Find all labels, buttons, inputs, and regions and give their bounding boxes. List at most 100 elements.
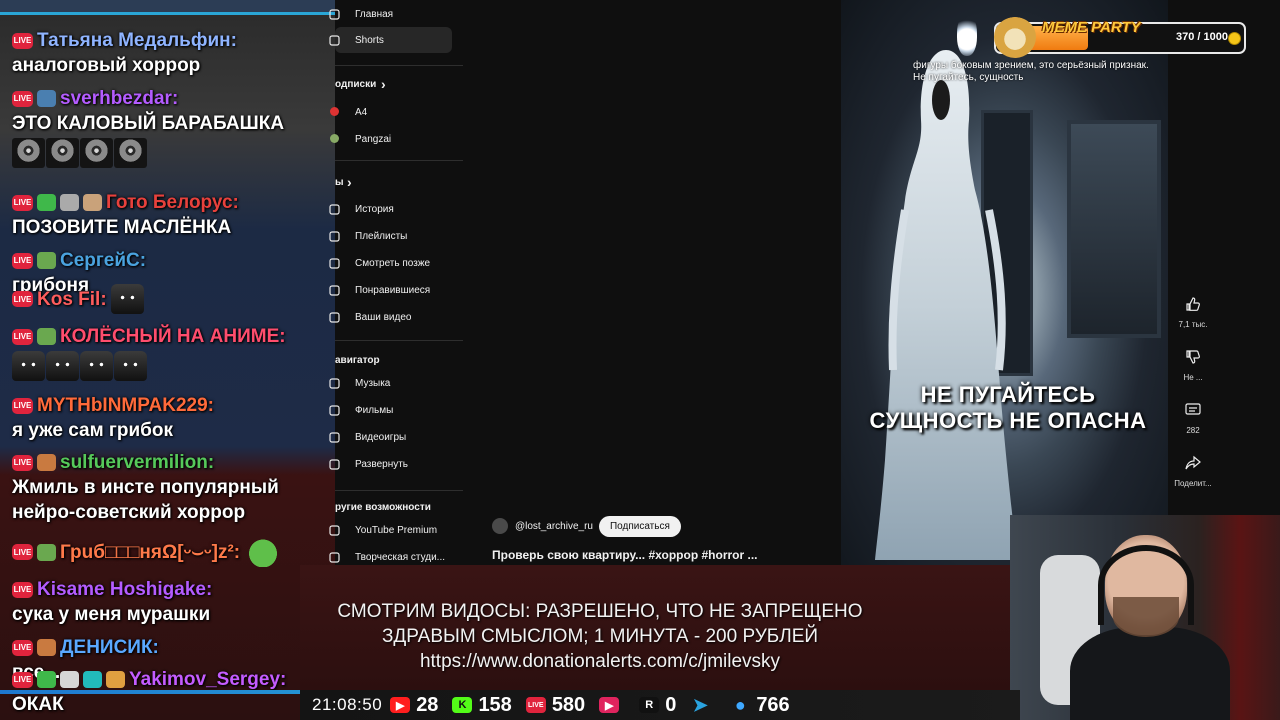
chat-nickname[interactable]: Kos Fil: [37,287,107,312]
chat-nickname[interactable]: Грuб□□□няΩ[ᵕ⌣ᵕ]z²: [60,540,240,565]
stats-items: ▶ 28 K 158 LIVE 580 ▶ R 0 ➤ ● 766 [390,694,804,717]
donation-line2: ЗДРАВЫМ СМЫСЛОМ; 1 МИНУТА - 200 РУБЛЕЙ [381,626,819,647]
sidebar-item[interactable]: Развернуть [329,451,455,477]
chat-nickname[interactable]: Yakimov_Sergey: [129,667,286,692]
stat-value: 766 [756,693,790,716]
your-videos-icon [329,311,340,323]
coin-icon [1228,32,1241,45]
sidebar-section-heading[interactable]: авигатор [335,355,380,366]
emote-row [110,284,145,314]
chat-badge-icon [37,90,56,107]
kick-icon: K [452,697,473,713]
music-icon [329,377,340,389]
chat-nickname[interactable]: ДЕНИСИК: [60,635,159,660]
dislike-action: Не ... [1168,343,1218,382]
sidebar-channel[interactable]: Pangzai [330,126,455,152]
sidebar-item[interactable]: Ваши видео [329,304,455,330]
chat-message: LIVE sulfuervermilion: Жмиль в инсте попул… [12,450,330,525]
stream-clock: 21:08:50 [312,695,383,714]
chat-message: LIVE КОЛЁСНЫЙ НА АНИМЕ: [12,324,330,381]
channel-avatar-icon [330,107,339,116]
chat-nickname[interactable]: sverhbezdar: [60,86,178,111]
thumbs-up-icon[interactable] [1179,290,1207,318]
chat-badge-icon [37,543,56,561]
sidebar-item[interactable]: Понравившиеся [329,277,455,303]
stat-item: ▶ 28 [390,694,438,717]
chat-message: LIVE МYTHbINМPAK229: я уже сам грибок [12,393,330,443]
chat-nickname[interactable]: КОЛЁСНЫЙ НА АНИМЕ: [60,324,286,349]
stat-value: 0 [665,693,677,716]
donation-banner: СМОТРИМ ВИДОСЫ: РАЗРЕШЕНО, ЧТО НЕ ЗАПРЕЩ… [300,565,1010,690]
stat-value: 580 [551,693,586,716]
webcam-feed [1010,515,1280,720]
chat-message: LIVE Гото Белорус: ПОЗОВИТЕ МАСЛЁНКА [12,190,330,240]
chat-nickname[interactable]: СергейС: [60,248,146,273]
emote-row [12,138,330,168]
chevron-right-icon[interactable]: › [347,174,352,190]
sidebar-item[interactable]: Видеоигры [329,424,455,450]
short-player[interactable]: фигуры боковым зрением, это серьёзный пр… [841,0,1168,565]
sidebar-section-heading[interactable]: ы [335,177,344,188]
stat-item: ➤ [690,694,716,715]
history-icon [329,203,340,215]
sidebar-item-label: Shorts [355,34,384,46]
subscribe-button[interactable]: Подписаться [598,515,681,537]
thumbs-down-icon[interactable] [1179,343,1207,371]
chat-message-header: LIVE Yakimov_Sergey: [12,667,330,692]
chat-message: LIVE Kos Fil: [12,284,330,314]
stat-item: LIVE 580 [525,693,586,717]
sidebar-item[interactable]: Shorts [329,27,452,53]
short-title[interactable]: Проверь свою квартиру... #хоррор #horror… [492,548,832,562]
chat-message-text: ЭТО КАЛОВЫЙ БАРАБАШКА [12,113,285,134]
sidebar-item[interactable]: Музыка [329,370,455,396]
sidebar-section-heading[interactable]: ругие возможности [335,502,431,513]
chat-message-header: LIVE Грuб□□□няΩ[ᵕ⌣ᵕ]z²: [12,537,330,567]
channel-avatar[interactable] [492,518,508,534]
youtube-sidebar: Главная Shorts одписки › A4 Pangzai ы › История П… [329,0,463,565]
sidebar-item-label: Ваши видео [355,311,412,323]
chat-nickname[interactable]: Гото Белорус: [106,190,239,215]
chat-message-text: Жмиль в инсте популярный нейро-советский… [12,477,279,523]
sidebar-item[interactable]: Плейлисты [329,223,455,249]
chat-message-text: ОКАК [12,694,64,715]
vk-live-icon: LIVE [525,697,546,713]
meme-party-progress-text: 370 / 1000 [1176,31,1228,43]
chat-badge-icon [37,639,56,656]
live-badge-icon: LIVE [12,194,33,211]
telegram-icon: ➤ [692,694,708,715]
chat-message-header: LIVE sverhbezdar: [12,86,330,111]
chat-nickname[interactable]: Kisame Hoshigake: [37,577,212,602]
shorts-icon [329,34,340,46]
sidebar-item[interactable]: Смотреть позже [329,250,455,276]
youtube-premium-icon [329,524,340,536]
studio-icon [329,551,340,563]
chevron-right-icon[interactable]: › [381,76,386,92]
live-badge-icon: LIVE [12,581,33,598]
sidebar-channel[interactable]: A4 [330,99,455,125]
chat-message: LIVE Грuб□□□няΩ[ᵕ⌣ᵕ]z²: [12,537,330,567]
share-icon[interactable] [1179,449,1207,477]
meme-party-title: MEME PARTY [1042,19,1141,36]
chat-nickname[interactable]: МYTHbINМPAK229: [37,393,214,418]
emote-icon [46,351,79,381]
donation-url: https://www.donationalerts.com/c/jmilevs… [419,651,781,672]
chat-message-header: LIVE sulfuervermilion: [12,450,330,475]
emote-icon [46,138,79,168]
sidebar-divider [335,160,463,161]
share-count: Поделит... [1174,479,1212,488]
sidebar-item-label: YouTube Premium [355,524,438,536]
sidebar-item[interactable]: Фильмы [329,397,455,423]
channel-name[interactable]: @lost_archive_ru [515,521,593,532]
sidebar-item[interactable]: Главная [329,1,455,27]
sidebar-item[interactable]: YouTube Premium [329,517,455,543]
short-headline-line2: СУЩНОСТЬ НЕ ОПАСНА [869,408,1147,433]
chat-nickname[interactable]: Татьяна Медальфин: [37,28,237,53]
comments-action: 282 [1168,396,1218,435]
sidebar-item[interactable]: История [329,196,455,222]
sidebar-section-heading[interactable]: одписки [335,79,376,90]
chat-nickname[interactable]: sulfuervermilion: [60,450,214,475]
comment-icon[interactable] [1179,396,1207,424]
chat-badge-icon [37,194,56,211]
short-caption: фигуры боковым зрением, это серьёзный пр… [913,60,1149,83]
emote-icon [114,351,147,381]
